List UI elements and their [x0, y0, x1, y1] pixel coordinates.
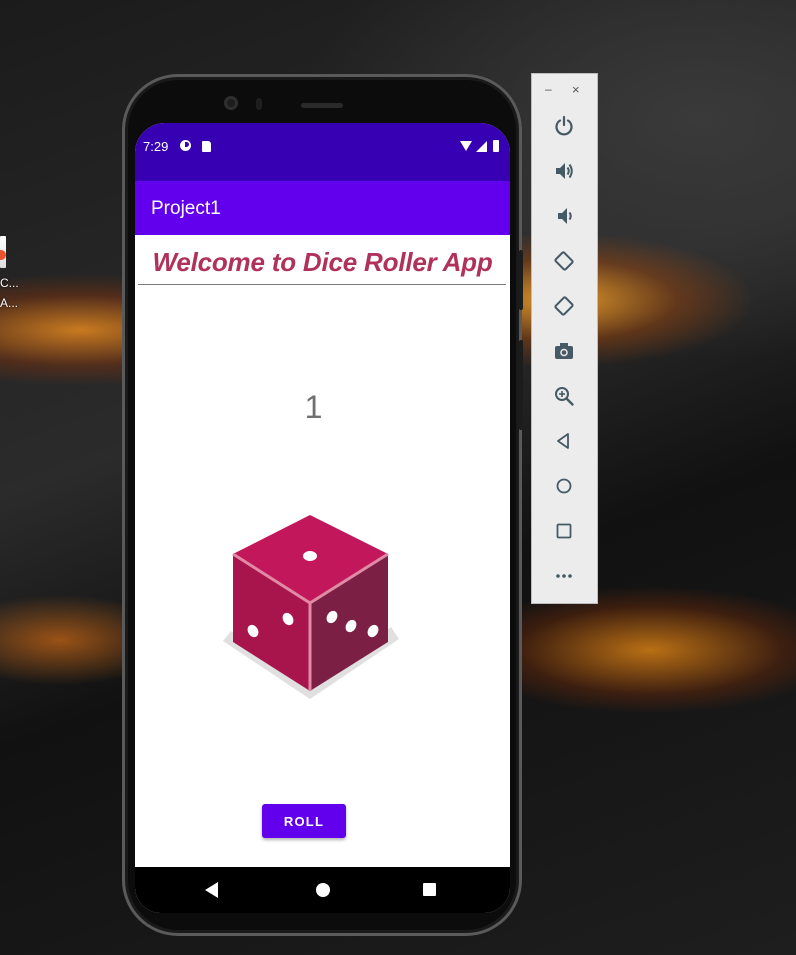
back-icon: [557, 433, 569, 449]
volume-up-button[interactable]: [546, 155, 582, 187]
nav-recents-icon[interactable]: [423, 883, 436, 896]
nav-home-icon[interactable]: [316, 883, 330, 897]
power-button[interactable]: [546, 110, 582, 142]
emulator-toolbar: – ×: [532, 74, 597, 603]
navigation-bar: [135, 867, 510, 913]
side-button: [519, 250, 523, 310]
earpiece-speaker: [301, 103, 343, 108]
rotate-right-icon: [554, 296, 574, 316]
back-button[interactable]: [546, 425, 582, 457]
sd-card-icon: [202, 141, 211, 152]
power-icon: [555, 115, 573, 136]
status-time: 7:29: [143, 139, 169, 154]
more-button[interactable]: [546, 560, 582, 592]
desktop-shortcut-label-2: A...: [0, 296, 19, 310]
volume-down-button[interactable]: [546, 200, 582, 232]
screenshot-button[interactable]: [546, 335, 582, 367]
dice-result-text: 1: [304, 389, 323, 425]
rotate-left-button[interactable]: [546, 245, 582, 277]
app-title: Project1: [151, 198, 221, 219]
nav-back-icon[interactable]: [205, 882, 218, 898]
proximity-sensor: [256, 98, 262, 110]
zoom-icon: [555, 387, 574, 406]
app-shortcut-icon: [0, 236, 6, 268]
desktop-shortcut-label-1: C...: [0, 276, 19, 290]
roll-button[interactable]: ROLL: [262, 804, 346, 838]
main-content: Welcome to Dice Roller App 1 ROLL: [135, 235, 510, 867]
app-bar: Project1: [135, 181, 510, 235]
status-bar: 7:29: [135, 123, 510, 181]
camera-icon: [555, 343, 573, 359]
welcome-heading: Welcome to Dice Roller App: [152, 247, 493, 277]
dice-icon: [223, 515, 399, 699]
device-screen: 7:29 Project1 Welcome to Dice Roller App…: [135, 123, 510, 913]
home-button[interactable]: [546, 470, 582, 502]
wifi-icon: [460, 141, 472, 151]
volume-rocker: [519, 340, 523, 430]
rotate-right-button[interactable]: [546, 290, 582, 322]
overview-icon: [556, 523, 572, 539]
battery-icon: [493, 140, 499, 152]
zoom-button[interactable]: [546, 380, 582, 412]
dice-pip: [303, 551, 317, 561]
desktop-shortcut[interactable]: C... A...: [0, 236, 22, 310]
signal-icon: [476, 141, 487, 152]
welcome-underline: [138, 284, 506, 285]
rotate-left-icon: [554, 251, 574, 271]
volume-up-icon: [556, 163, 573, 179]
volume-down-icon: [558, 208, 572, 224]
home-icon: [556, 478, 572, 494]
notification-icon: [180, 140, 191, 151]
minimize-button[interactable]: –: [545, 82, 552, 96]
close-button[interactable]: ×: [572, 82, 580, 97]
more-icon: [556, 574, 572, 578]
overview-button[interactable]: [546, 515, 582, 547]
front-camera: [224, 96, 238, 110]
